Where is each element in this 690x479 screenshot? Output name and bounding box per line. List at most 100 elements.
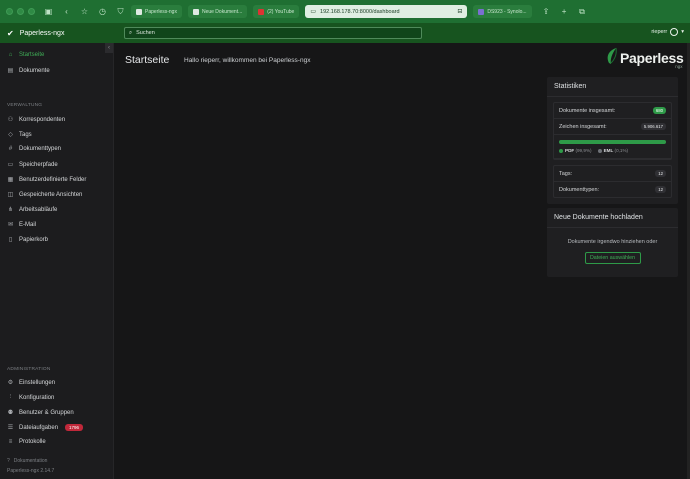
stats-widget: Statistiken Dokumente insgesamt: 680 Zei… xyxy=(547,77,678,204)
sidebar-item-konfiguration[interactable]: ⫶ Konfiguration xyxy=(7,394,55,401)
upload-hint: Dokumente irgendwo hinziehen oder xyxy=(567,239,658,245)
sidebar-item-korrespondenten[interactable]: ⚇ Korrespondenten xyxy=(7,116,65,124)
share-icon[interactable]: ⇪ xyxy=(542,7,551,16)
close-window-button[interactable] xyxy=(6,8,13,15)
legend-eml[interactable]: EML (0,1%) xyxy=(597,148,628,153)
stats-title: Statistiken xyxy=(547,77,678,97)
sidebar-item-protokolle[interactable]: ≡ Protokolle xyxy=(7,439,46,445)
page-title: Startseite xyxy=(125,54,170,66)
pdf-dot-icon xyxy=(559,148,563,153)
gear-icon: ⚙ xyxy=(7,380,14,386)
question-icon: ? xyxy=(7,458,10,464)
stats-counts: Tags: 12 Dokumenttypen: 12 xyxy=(553,165,672,198)
filetype-progress-bar xyxy=(559,140,666,144)
sidebar-item-einstellungen[interactable]: ⚙ Einstellungen xyxy=(7,379,55,387)
sidebar-item-papierkorb[interactable]: ▯ Papierkorb xyxy=(7,236,48,244)
mail-icon: ✉ xyxy=(7,222,14,228)
tags-count-row[interactable]: Tags: 12 xyxy=(554,166,671,182)
chars-total-badge: 5.906.617 xyxy=(640,123,666,130)
username: rieperr xyxy=(651,29,668,35)
brand-subtitle: ngx xyxy=(675,64,683,69)
tasks-count-badge: 1796 xyxy=(65,424,84,431)
welcome-message: Hallo rieperr, willkommen bei Paperless-… xyxy=(184,57,311,64)
address-bar[interactable]: ▭ 192.168.178.70:8000/dashboard ⊟ xyxy=(305,5,468,18)
documentation-link[interactable]: ? Dokumentation xyxy=(7,458,47,464)
tasks-icon: ☰ xyxy=(7,425,14,431)
eml-dot-icon xyxy=(597,148,602,153)
search-input[interactable]: ⌕ Suchen xyxy=(124,27,422,39)
user-avatar-icon xyxy=(670,28,679,36)
shield-icon[interactable]: ⛉ xyxy=(116,7,125,17)
pdf-progress-fill xyxy=(559,140,666,144)
app-header: ✔ Paperless-ngx ⌕ Suchen rieperr ▾ xyxy=(0,23,690,43)
browser-tab-new-document[interactable]: Neue Dokument... xyxy=(187,5,248,18)
home-icon: ⌂ xyxy=(8,52,13,58)
sidebar-item-email[interactable]: ✉ E-Mail xyxy=(7,221,36,229)
paperless-favicon-icon xyxy=(136,8,142,15)
user-menu[interactable]: rieperr ▾ xyxy=(651,28,684,36)
choose-files-button[interactable]: Dateien auswählen xyxy=(584,252,641,264)
sidebar-item-gespeicherte-ansichten[interactable]: ◫ Gespeicherte Ansichten xyxy=(7,191,83,199)
page-icon: ▭ xyxy=(310,9,317,15)
tab-overview-icon[interactable]: ⧉ xyxy=(578,7,587,17)
zoom-window-button[interactable] xyxy=(28,8,35,15)
upload-widget[interactable]: Neue Dokumente hochladen Dokumente irgen… xyxy=(547,208,678,277)
views-icon: ◫ xyxy=(7,192,14,198)
brand-name: Paperless xyxy=(620,50,684,66)
sidebar-item-dokumente[interactable]: ▤ Dokumente xyxy=(7,67,50,75)
reader-icon[interactable]: ⊟ xyxy=(457,8,462,15)
filetype-distribution: PDF (99,9%) EML (0,1%) xyxy=(554,135,671,159)
star-icon[interactable]: ☆ xyxy=(80,7,89,16)
sidebar-item-benutzer-gruppen[interactable]: ⚉ Benutzer & Gruppen xyxy=(7,409,74,417)
sidebar-item-speicherpfade[interactable]: ▭ Speicherpfade xyxy=(7,161,58,169)
section-label-verwaltung: VERWALTUNG xyxy=(7,103,43,108)
person-icon: ⚇ xyxy=(7,117,14,123)
documents-icon: ▤ xyxy=(7,68,14,74)
documents-total-row[interactable]: Dokumente insgesamt: 680 xyxy=(554,103,671,119)
chevron-down-icon: ▾ xyxy=(681,29,684,35)
sidebar-item-dateiaufgaben[interactable]: ☰ Dateiaufgaben 1796 xyxy=(7,424,84,431)
chars-total-row: Zeichen insgesamt: 5.906.617 xyxy=(554,119,671,135)
sidebar-toggle-icon[interactable]: ▣ xyxy=(44,7,53,16)
app-title[interactable]: Paperless-ngx xyxy=(20,30,65,37)
sidebar-item-benutzerdefinierte-felder[interactable]: ▦ Benutzerdefinierte Felder xyxy=(7,176,87,184)
browser-toolbar: ▣ ‹ ☆ ◷ ⛉ Paperless-ngx Neue Dokument...… xyxy=(0,0,690,23)
section-label-administration: ADMINISTRATION xyxy=(7,367,51,372)
filetype-legend: PDF (99,9%) EML (0,1%) xyxy=(559,148,666,153)
users-icon: ⚉ xyxy=(7,410,14,416)
version-label: Paperless-ngx 2.14.7 xyxy=(7,468,55,474)
fields-icon: ▦ xyxy=(7,177,14,183)
minimize-window-button[interactable] xyxy=(17,8,24,15)
stats-summary: Dokumente insgesamt: 680 Zeichen insgesa… xyxy=(553,102,672,160)
folder-icon: ▭ xyxy=(7,162,14,168)
legend-pdf[interactable]: PDF (99,9%) xyxy=(559,148,592,153)
paperless-logo: Paperless ngx xyxy=(605,47,684,69)
leaf-logo-icon xyxy=(607,47,617,64)
workflow-icon: ⋔ xyxy=(7,207,14,213)
youtube-favicon-icon xyxy=(258,8,265,15)
upload-title: Neue Dokumente hochladen xyxy=(547,208,678,228)
search-icon: ⌕ xyxy=(129,29,133,36)
sidebar-item-arbeitsablaeufe[interactable]: ⋔ Arbeitsabläufe xyxy=(7,206,57,214)
browser-tab-paperless[interactable]: Paperless-ngx xyxy=(131,5,182,18)
sidebar-item-dokumenttypen[interactable]: # Dokumenttypen xyxy=(7,146,61,152)
collapse-sidebar-button[interactable]: ‹ xyxy=(105,43,113,53)
sidebar-item-startseite[interactable]: ⌂ Startseite xyxy=(7,52,45,58)
history-icon[interactable]: ◷ xyxy=(98,7,107,16)
doctypes-count-badge: 12 xyxy=(655,186,666,193)
trash-icon: ▯ xyxy=(8,237,13,243)
browser-tab-youtube[interactable]: (2) YouTube xyxy=(253,5,300,18)
doctypes-count-row[interactable]: Dokumenttypen: 12 xyxy=(554,182,671,197)
new-tab-icon[interactable]: + xyxy=(560,7,569,16)
leaf-logo-icon[interactable]: ✔ xyxy=(7,29,14,38)
documents-total-badge: 680 xyxy=(652,107,666,114)
synology-favicon-icon xyxy=(478,8,485,15)
main-content: Startseite Hallo rieperr, willkommen bei… xyxy=(114,43,690,479)
window-controls[interactable] xyxy=(6,8,35,15)
browser-tab-synology[interactable]: DS923 - Synolo... xyxy=(473,5,532,18)
hash-icon: # xyxy=(8,146,13,152)
sliders-icon: ⫶ xyxy=(9,394,12,400)
sidebar-item-tags[interactable]: ◇ Tags xyxy=(7,131,32,139)
back-icon[interactable]: ‹ xyxy=(62,7,71,16)
tag-icon: ◇ xyxy=(8,132,13,138)
